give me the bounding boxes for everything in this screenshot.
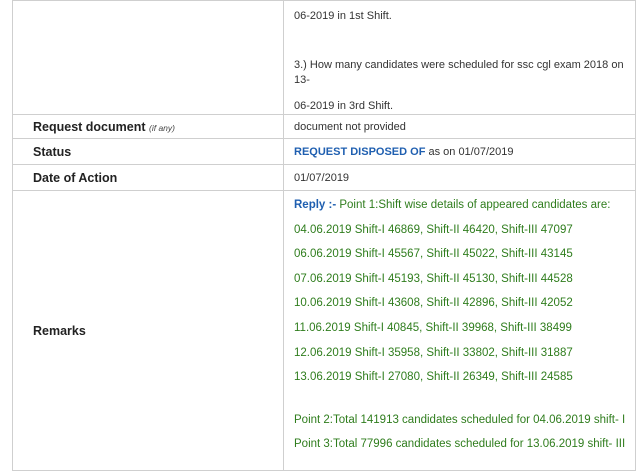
request-document-row: Request document (if any) document not p…: [12, 114, 636, 139]
remarks-cell: Reply :- Point 1:Shift wise details of a…: [283, 190, 636, 471]
rti-details-table: 06-2019 in 1st Shift. 3.) How many candi…: [12, 0, 636, 471]
reply-intro-line: Reply :- Point 1:Shift wise details of a…: [294, 193, 627, 218]
status-date-text: as on 01/07/2019: [425, 145, 514, 158]
question-cell: 06-2019 in 1st Shift. 3.) How many candi…: [283, 0, 636, 115]
question-line-2: 3.) How many candidates were scheduled f…: [294, 59, 624, 86]
reply-label: Reply :-: [294, 199, 337, 211]
request-document-label-text: Request document: [33, 119, 146, 134]
remarks-label: Remarks: [12, 190, 284, 471]
shift-row: 12.06.2019 Shift-I 35958, Shift-II 33802…: [294, 346, 573, 359]
shift-row: 10.06.2019 Shift-I 43608, Shift-II 42896…: [294, 297, 573, 310]
reply-intro-text: Point 1:Shift wise details of appeared c…: [336, 199, 611, 211]
date-of-action-row: Date of Action 01/07/2019: [12, 164, 636, 191]
shift-row: 13.06.2019 Shift-I 27080, Shift-II 26349…: [294, 371, 573, 384]
date-of-action-label: Date of Action: [12, 164, 284, 191]
remarks-row: Remarks Reply :- Point 1:Shift wise deta…: [12, 190, 636, 471]
date-of-action-value: 01/07/2019: [283, 164, 636, 191]
request-document-hint: (if any): [149, 122, 175, 133]
shift-row: 06.06.2019 Shift-I 45567, Shift-II 45022…: [294, 248, 573, 261]
question-line-3: 06-2019 in 3rd Shift.: [294, 100, 394, 112]
question-row: 06-2019 in 1st Shift. 3.) How many candi…: [12, 0, 636, 115]
status-label: Status: [12, 138, 284, 165]
shift-row: 07.06.2019 Shift-I 45193, Shift-II 45130…: [294, 272, 573, 285]
status-disposed-badge: REQUEST DISPOSED OF: [294, 145, 426, 158]
status-row: Status REQUEST DISPOSED OF as on 01/07/2…: [12, 138, 636, 165]
shift-row: 11.06.2019 Shift-I 40845, Shift-II 39968…: [294, 321, 572, 334]
question-label-cell: [12, 0, 284, 115]
shift-row: 04.06.2019 Shift-I 46869, Shift-II 46420…: [294, 223, 573, 236]
request-document-label: Request document (if any): [12, 114, 284, 139]
point-3-line: Point 3:Total 77996 candidates scheduled…: [294, 438, 626, 451]
question-line-1: 06-2019 in 1st Shift.: [294, 10, 392, 22]
status-value: REQUEST DISPOSED OF as on 01/07/2019: [283, 138, 636, 165]
request-document-value: document not provided: [283, 114, 636, 139]
point-2-line: Point 2:Total 141913 candidates schedule…: [294, 413, 626, 426]
